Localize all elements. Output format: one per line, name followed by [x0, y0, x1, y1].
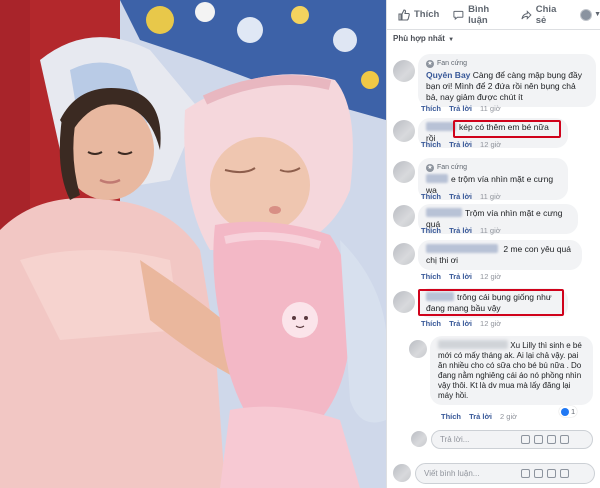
- comment-bubble: Xu Lilly thì sinh e bé mới có mấy tháng …: [430, 336, 593, 405]
- comment-reply-link[interactable]: Trả lời: [449, 226, 472, 235]
- camera-icon[interactable]: [534, 469, 543, 478]
- avatar: [580, 8, 593, 21]
- comment-meta: Thích Trả lời 2 giờ: [441, 412, 523, 421]
- comment-reply-link[interactable]: Trả lời: [449, 319, 472, 328]
- comment-sort-dropdown[interactable]: Phù hợp nhất ▼: [393, 34, 454, 43]
- comment-like-link[interactable]: Thích: [421, 272, 441, 281]
- comment-author[interactable]: [426, 208, 462, 217]
- comment-like-link[interactable]: Thích: [441, 412, 461, 421]
- star-icon: ★: [426, 163, 434, 172]
- avatar[interactable]: [393, 291, 415, 313]
- chevron-down-icon: ▼: [448, 37, 455, 43]
- camera-icon[interactable]: [534, 435, 543, 444]
- comment-author[interactable]: [426, 244, 498, 253]
- comment-like-link[interactable]: Thích: [421, 140, 441, 149]
- comment-like-link[interactable]: Thích: [421, 192, 441, 201]
- facebook-comments-panel: Thích Bình luận Chia sẻ ▼ Phù hợp nhất ▼: [386, 0, 600, 488]
- gif-icon[interactable]: [547, 469, 556, 478]
- avatar[interactable]: [393, 120, 415, 142]
- sticker-icon[interactable]: [560, 435, 569, 444]
- comment-text: Xu Lilly thì sinh e bé mới có mấy tháng …: [438, 341, 582, 400]
- comment-author[interactable]: Quyên Bay: [426, 70, 470, 80]
- thumbs-up-icon: [398, 8, 410, 21]
- avatar[interactable]: [393, 205, 415, 227]
- like-label: Thích: [414, 9, 440, 20]
- sticker-icon[interactable]: [560, 469, 569, 478]
- comment-time: 2 giờ: [500, 412, 518, 421]
- comment-meta: Thích Trả lời 12 giờ: [421, 319, 507, 328]
- like-button[interactable]: Thích: [398, 0, 439, 30]
- avatar: [411, 431, 427, 447]
- comment-like-link[interactable]: Thích: [421, 104, 441, 113]
- comment-time: 11 giờ: [480, 226, 501, 235]
- comment-label: Bình luận: [468, 3, 490, 26]
- reaction-count[interactable]: 1: [559, 406, 578, 417]
- avatar[interactable]: [393, 60, 415, 82]
- share-label: Chia sẻ: [535, 3, 557, 26]
- star-icon: ★: [426, 59, 434, 68]
- comment-author[interactable]: [426, 122, 456, 131]
- comment-reply-link[interactable]: Trả lời: [469, 412, 492, 421]
- post-photo[interactable]: [0, 0, 386, 488]
- reaction-count-value: 1: [571, 407, 576, 416]
- comment-reply-link[interactable]: Trả lời: [449, 192, 472, 201]
- avatar[interactable]: [393, 243, 415, 265]
- comment-reply-link[interactable]: Trả lời: [449, 272, 472, 281]
- comment-meta: Thích Trả lời 11 giờ: [421, 104, 507, 113]
- thumbs-up-icon: [561, 407, 569, 416]
- comment-author[interactable]: [426, 174, 448, 183]
- share-arrow-icon: [521, 9, 532, 20]
- comment-input-tools: [521, 469, 569, 478]
- avatar: [393, 464, 411, 482]
- comment-time: 12 giờ: [480, 319, 502, 328]
- avatar[interactable]: [409, 340, 427, 358]
- chevron-down-icon: ▼: [594, 11, 600, 18]
- reply-placeholder: Trả lời...: [440, 435, 470, 444]
- comment-time: 11 giờ: [480, 192, 501, 201]
- fan-badge-label: Fan cứng: [437, 164, 467, 171]
- comment-bubble: 2 me con yêu quá chị thi ơi: [418, 240, 582, 270]
- post-actions-bar: Thích Bình luận Chia sẻ ▼: [387, 0, 600, 30]
- comment-time: 12 giờ: [480, 272, 502, 281]
- comment-like-link[interactable]: Thích: [421, 319, 441, 328]
- emoji-icon[interactable]: [521, 469, 530, 478]
- comment-bubble: ★ Fan cứng Quyên Bay Càng để càng mập bụ…: [418, 54, 596, 107]
- comment-reply-link[interactable]: Trả lời: [449, 140, 472, 149]
- comment-button[interactable]: Bình luận: [453, 0, 507, 30]
- highlight-box: [453, 120, 561, 138]
- fan-badge-label: Fan cứng: [437, 60, 467, 67]
- comment-meta: Thích Trả lời 11 giờ: [421, 226, 507, 235]
- comment-time: 11 giờ: [480, 104, 501, 113]
- comment-like-link[interactable]: Thích: [421, 226, 441, 235]
- comment-icon: [453, 10, 464, 20]
- comment-reply-link[interactable]: Trả lời: [449, 104, 472, 113]
- comment-meta: Thích Trả lời 12 giờ: [421, 140, 507, 149]
- share-button[interactable]: Chia sẻ: [521, 0, 566, 30]
- fan-badge: ★ Fan cứng: [426, 58, 588, 69]
- profile-selector[interactable]: ▼: [580, 0, 600, 30]
- comment-placeholder: Viết bình luận...: [424, 469, 480, 478]
- comment-author[interactable]: [438, 340, 508, 349]
- sort-label: Phù hợp nhất: [393, 34, 445, 43]
- emoji-icon[interactable]: [521, 435, 530, 444]
- fan-badge: ★ Fan cứng: [426, 162, 560, 173]
- comment-time: 12 giờ: [480, 140, 502, 149]
- reply-input-tools: [521, 435, 569, 444]
- mother-and-baby-photo: [0, 0, 386, 488]
- gif-icon[interactable]: [547, 435, 556, 444]
- avatar[interactable]: [393, 161, 415, 183]
- comment-meta: Thích Trả lời 12 giờ: [421, 272, 507, 281]
- highlight-box: [418, 289, 564, 316]
- comment-meta: Thích Trả lời 11 giờ: [421, 192, 507, 201]
